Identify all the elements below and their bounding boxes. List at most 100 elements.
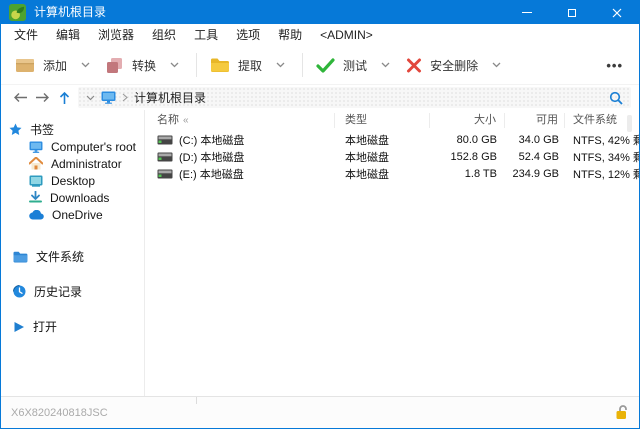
history-clock-icon xyxy=(13,285,26,298)
status-session-id: X6X820240818JSC xyxy=(11,407,196,419)
sidebar-item-label: Administrator xyxy=(51,157,122,171)
extract-button[interactable]: 提取 xyxy=(204,50,268,80)
menu-browser[interactable]: 浏览器 xyxy=(89,24,143,46)
menu-tools[interactable]: 工具 xyxy=(185,24,227,46)
play-icon xyxy=(13,321,25,333)
sidebar-item-history[interactable]: 历史记录 xyxy=(1,283,144,300)
hard-drive-icon xyxy=(157,135,173,145)
sidebar-item-label: Downloads xyxy=(50,191,109,205)
column-header-label: 名称 xyxy=(157,114,179,126)
up-button[interactable] xyxy=(53,87,75,108)
extract-folder-icon xyxy=(210,57,230,73)
sidebar-item-filesystem[interactable]: 文件系统 xyxy=(1,248,144,265)
add-dropdown-button[interactable] xyxy=(73,50,100,80)
chevron-down-icon xyxy=(276,62,285,68)
column-header-name[interactable]: 名称 « xyxy=(145,113,335,128)
menu-edit[interactable]: 编辑 xyxy=(47,24,89,46)
menu-file[interactable]: 文件 xyxy=(5,24,47,46)
sort-indicator: « xyxy=(183,115,189,126)
window-controls xyxy=(504,1,639,24)
secure-delete-dropdown-button[interactable] xyxy=(484,50,511,80)
sidebar-item-computers-root[interactable]: Computer's root xyxy=(1,138,144,155)
sidebar-item-label: Computer's root xyxy=(51,140,136,154)
app-window: 计算机根目录 文件 编辑 浏览器 组织 工具 选项 帮助 <ADMIN> xyxy=(0,0,640,429)
convert-button[interactable]: 转换 xyxy=(100,50,162,80)
chevron-down-icon xyxy=(170,62,179,68)
toolbar-overflow-button[interactable]: ••• xyxy=(606,58,631,73)
extract-dropdown-button[interactable] xyxy=(268,50,295,80)
table-row[interactable]: (E:) 本地磁盘 本地磁盘 1.8 TB 234.9 GB NTFS, 12%… xyxy=(145,166,639,182)
sidebar-item-administrator[interactable]: Administrator xyxy=(1,155,144,172)
maximize-button[interactable] xyxy=(549,1,594,24)
address-bar: 计算机根目录 xyxy=(1,85,639,110)
drive-type: 本地磁盘 xyxy=(335,166,430,182)
minimize-button[interactable] xyxy=(504,1,549,24)
toolbar-divider xyxy=(302,53,303,77)
convert-icon xyxy=(106,57,124,74)
search-icon[interactable] xyxy=(609,91,623,105)
table-header: 名称« 类型 大小 可用 文件系统 xyxy=(145,110,639,131)
table-row[interactable]: (C:) 本地磁盘 本地磁盘 80.0 GB 34.0 GB NTFS, 42%… xyxy=(145,132,639,148)
drive-filesystem: NTFS, 42% 剩余 xyxy=(565,132,639,148)
menu-bar: 文件 编辑 浏览器 组织 工具 选项 帮助 <ADMIN> xyxy=(1,24,639,46)
hard-drive-icon xyxy=(157,152,173,162)
minimize-icon xyxy=(522,12,532,13)
history-dropdown-icon[interactable] xyxy=(86,95,95,101)
menu-options[interactable]: 选项 xyxy=(227,24,269,46)
convert-dropdown-button[interactable] xyxy=(162,50,189,80)
chevron-down-icon xyxy=(492,62,501,68)
test-dropdown-button[interactable] xyxy=(373,50,400,80)
menu-organize[interactable]: 组织 xyxy=(143,24,185,46)
close-button[interactable] xyxy=(594,1,639,24)
column-header-free[interactable]: 可用 xyxy=(505,113,565,128)
extract-button-label: 提取 xyxy=(238,57,262,74)
drive-size: 80.0 GB xyxy=(430,134,505,146)
table-row[interactable]: (D:) 本地磁盘 本地磁盘 152.8 GB 52.4 GB NTFS, 34… xyxy=(145,149,639,165)
chevron-down-icon xyxy=(381,62,390,68)
sidebar-item-label: 书签 xyxy=(30,121,54,138)
scrollbar-thumb[interactable] xyxy=(627,115,632,132)
chevron-right-icon xyxy=(122,93,128,102)
drive-name: (D:) 本地磁盘 xyxy=(179,149,244,165)
content-area: 书签 Computer's root Administrator xyxy=(1,110,639,396)
drive-free: 234.9 GB xyxy=(505,168,565,180)
sidebar-item-downloads[interactable]: Downloads xyxy=(1,189,144,206)
title-bar: 计算机根目录 xyxy=(1,1,639,24)
sidebar-item-label: Desktop xyxy=(51,174,95,188)
column-header-type[interactable]: 类型 xyxy=(335,113,430,128)
sidebar: 书签 Computer's root Administrator xyxy=(1,110,145,396)
column-header-size[interactable]: 大小 xyxy=(430,113,505,128)
drive-name: (C:) 本地磁盘 xyxy=(179,132,244,148)
computer-icon xyxy=(29,141,43,153)
drive-filesystem: NTFS, 34% 剩余 xyxy=(565,149,639,165)
sidebar-item-desktop[interactable]: Desktop xyxy=(1,172,144,189)
maximize-icon xyxy=(568,9,576,17)
sidebar-item-open[interactable]: 打开 xyxy=(1,318,144,335)
arrow-left-icon xyxy=(13,92,28,103)
menu-help[interactable]: 帮助 xyxy=(269,24,311,46)
menu-admin[interactable]: <ADMIN> xyxy=(311,24,382,46)
download-icon xyxy=(29,191,42,204)
sidebar-item-bookmarks[interactable]: 书签 xyxy=(1,121,144,138)
drive-name: (E:) 本地磁盘 xyxy=(179,166,244,182)
test-check-icon xyxy=(316,58,335,73)
arrow-up-icon xyxy=(59,91,70,105)
sidebar-item-label: 文件系统 xyxy=(36,248,84,265)
cloud-icon xyxy=(29,210,44,220)
sidebar-item-label: OneDrive xyxy=(52,208,103,222)
status-bar: X6X820240818JSC xyxy=(1,396,639,428)
chevron-down-icon xyxy=(81,62,90,68)
breadcrumb-current[interactable]: 计算机根目录 xyxy=(134,89,206,106)
sidebar-item-onedrive[interactable]: OneDrive xyxy=(1,206,144,223)
unlocked-padlock-icon[interactable] xyxy=(615,405,629,420)
secure-delete-button[interactable]: 安全删除 xyxy=(400,50,484,80)
app-logo-icon xyxy=(9,4,26,21)
forward-button[interactable] xyxy=(31,87,53,108)
secure-delete-icon xyxy=(406,58,422,73)
test-button[interactable]: 测试 xyxy=(310,50,373,80)
add-button[interactable]: 添加 xyxy=(9,50,73,80)
file-list: 名称« 类型 大小 可用 文件系统 (C:) 本地磁盘 本地磁盘 xyxy=(145,110,639,396)
folder-icon xyxy=(13,251,28,263)
breadcrumb-bar[interactable]: 计算机根目录 xyxy=(78,87,631,108)
back-button[interactable] xyxy=(9,87,31,108)
